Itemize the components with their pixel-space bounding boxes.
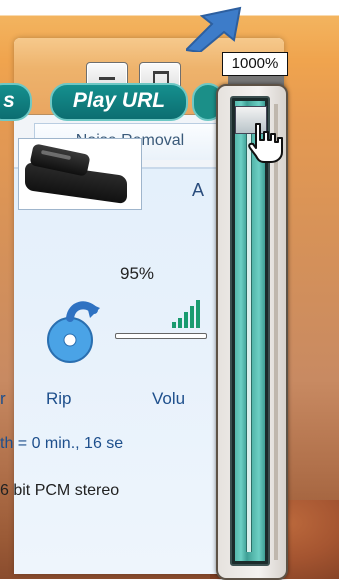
minimize-icon: [99, 77, 115, 80]
format-status: 6 bit PCM stereo: [0, 482, 120, 499]
length-status: th = 0 min., 16 se: [0, 435, 124, 452]
popup-edge: [274, 104, 278, 560]
partial-pill-button[interactable]: s: [0, 83, 32, 121]
sustain-pedal-button[interactable]: [18, 138, 142, 210]
partial-label-a: A: [192, 180, 205, 200]
rip-label: Rip: [46, 389, 72, 408]
zoom-slider-slot: [246, 132, 252, 552]
volume-label: Volu: [152, 389, 186, 408]
zoom-slider[interactable]: [230, 96, 270, 566]
volume-slider-track[interactable]: [115, 333, 207, 339]
annotation-arrow-icon: [186, 6, 242, 52]
zoom-value-badge: 1000%: [222, 52, 288, 76]
play-url-button[interactable]: Play URL: [50, 83, 188, 121]
volume-bars-icon: [170, 288, 206, 328]
volume-percent: 95%: [120, 264, 155, 283]
rip-disc-icon[interactable]: [42, 296, 102, 366]
partial-label-r: r: [0, 389, 6, 408]
hand-cursor-icon: [248, 123, 283, 163]
